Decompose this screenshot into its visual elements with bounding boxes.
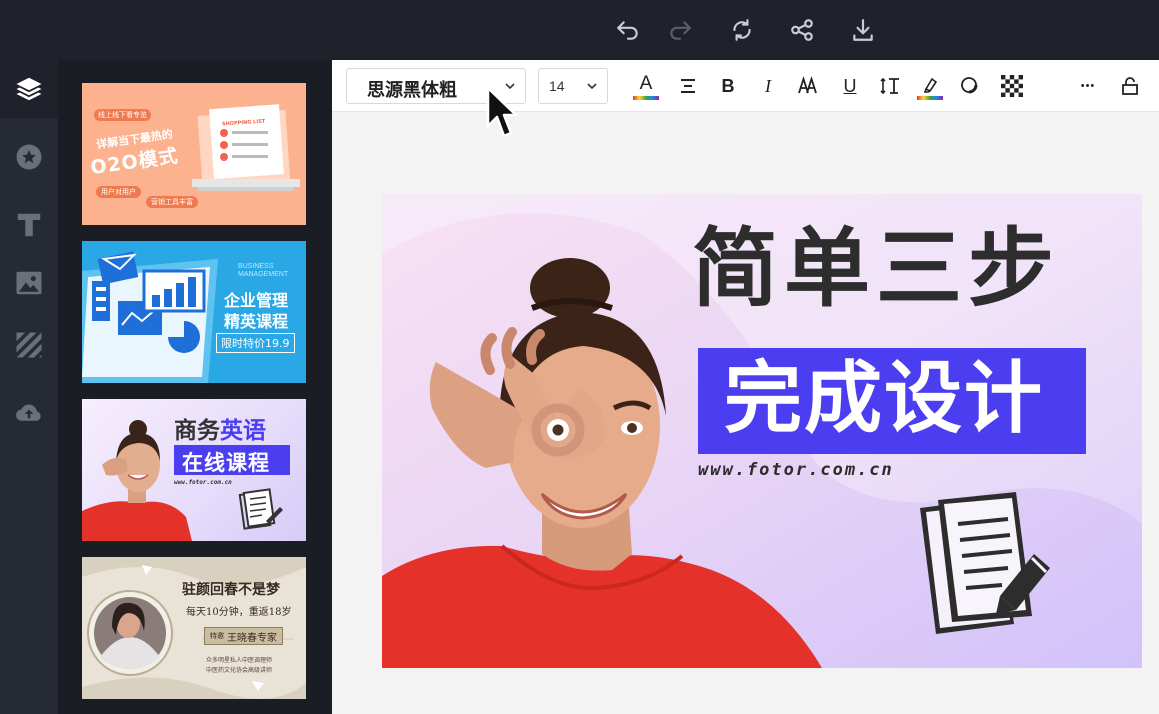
star-icon[interactable] [0, 128, 58, 186]
highlighter-icon [923, 77, 938, 93]
template-thumb-management[interactable]: BUSINESS MANAGEMENT 企业管理 精英课程 限时特价19.9 [82, 241, 306, 383]
left-rail [0, 60, 58, 714]
highlight-button[interactable] [916, 72, 944, 100]
template-panel: 线上线下看专览 详解当下最热的 O2O模式 用户对用户 营销工具丰富 SHOPP… [58, 60, 332, 714]
bold-button[interactable]: B [714, 72, 742, 100]
template-beauty-line2: 中医药文化协会高级讲师 [206, 667, 273, 674]
document-icon [238, 488, 283, 530]
template-beauty-line1: 众多明星私人中医调理师 [206, 657, 273, 664]
line-height-button[interactable] [876, 72, 904, 100]
top-bar [0, 0, 1159, 60]
template-thumb-english[interactable]: 商务英语 在线课程 www.fotor.com.cn [82, 399, 306, 541]
align-icon [681, 79, 695, 93]
template-url: www.fotor.com.cn [174, 479, 232, 486]
template-beauty-badge-pre: 特邀 [210, 632, 224, 640]
template-title2: 在线课程 [182, 451, 270, 475]
template-price: 限时特价19.9 [216, 333, 295, 353]
share-icon[interactable] [786, 14, 818, 46]
design-canvas[interactable]: 简单三步 完成设计 www.fotor.com.cn [382, 194, 1142, 668]
letter-spacing-button[interactable] [794, 72, 822, 100]
workspace: 思源黑体粗 14 A B I U ••• 简单三步 完成设计 www.fotor… [332, 60, 1159, 714]
template-beauty-badge: 特邀 王晓春专家 [204, 627, 283, 645]
image-icon[interactable] [0, 254, 58, 312]
lock-button[interactable] [1116, 72, 1144, 100]
template-en2: MANAGEMENT [238, 271, 289, 278]
more-button[interactable]: ••• [1074, 72, 1102, 100]
font-size-value: 14 [549, 78, 565, 94]
refresh-icon[interactable] [726, 14, 758, 46]
italic-button[interactable]: I [754, 72, 782, 100]
download-icon[interactable] [847, 14, 879, 46]
template-tag1: 用户对用户 [96, 186, 141, 198]
document-pen-icon [920, 492, 1050, 634]
pattern-icon[interactable] [0, 316, 58, 374]
template-beauty-badge-name: 王晓春专家 [227, 632, 277, 644]
mouse-cursor-icon [486, 86, 518, 138]
underline-button[interactable]: U [836, 72, 864, 100]
chevron-down-icon [587, 83, 597, 90]
transparency-button[interactable] [998, 72, 1026, 100]
template-title2: 精英课程 [224, 312, 289, 331]
template-thumb-o2o[interactable]: 线上线下看专览 详解当下最热的 O2O模式 用户对用户 营销工具丰富 SHOPP… [82, 83, 306, 225]
redo-icon[interactable] [664, 14, 696, 46]
text-icon[interactable] [0, 196, 58, 254]
template-tag2: 营销工具丰富 [146, 196, 198, 208]
align-button[interactable] [674, 72, 702, 100]
template-title-b: 英语 [220, 418, 266, 444]
canvas-subheadline[interactable]: 完成设计 [724, 356, 1044, 443]
text-color-button[interactable]: A [632, 72, 660, 100]
font-size-select[interactable]: 14 [538, 68, 608, 104]
upload-icon[interactable] [0, 383, 58, 441]
text-color-glyph: A [639, 73, 653, 94]
template-thumb-beauty[interactable]: 驻颜回春不是梦 每天10分钟，重返18岁 特邀 王晓春专家 众多明星私人中医调理师… [82, 557, 306, 699]
font-family-value: 思源黑体粗 [367, 80, 457, 101]
highlight-color-bar [917, 96, 943, 100]
canvas-url[interactable]: www.fotor.com.cn [698, 460, 894, 480]
color-bar [633, 96, 659, 100]
template-title-a: 商务 [174, 418, 220, 444]
template-top-label: 线上线下看专览 [94, 109, 151, 121]
transparency-icon [1001, 75, 1023, 97]
canvas-headline[interactable]: 简单三步 [692, 226, 1060, 312]
template-en1: BUSINESS [238, 263, 274, 270]
effects-button[interactable] [956, 72, 984, 100]
lock-icon [1122, 77, 1138, 95]
shopping-list-illustration [192, 104, 300, 191]
line-height-icon [880, 77, 899, 95]
editor-app: 线上线下看专览 详解当下最热的 O2O模式 用户对用户 营销工具丰富 SHOPP… [0, 0, 1159, 714]
text-toolbar: 思源黑体粗 14 A B I U ••• [332, 60, 1159, 112]
template-beauty-title: 驻颜回春不是梦 [182, 582, 280, 598]
template-beauty-sub: 每天10分钟，重返18岁 [186, 607, 292, 618]
undo-icon[interactable] [612, 14, 644, 46]
layers-icon[interactable] [0, 60, 58, 118]
effects-icon [961, 77, 978, 94]
template-title-line1: 商务英语 [174, 411, 266, 445]
letter-spacing-icon [798, 76, 817, 94]
